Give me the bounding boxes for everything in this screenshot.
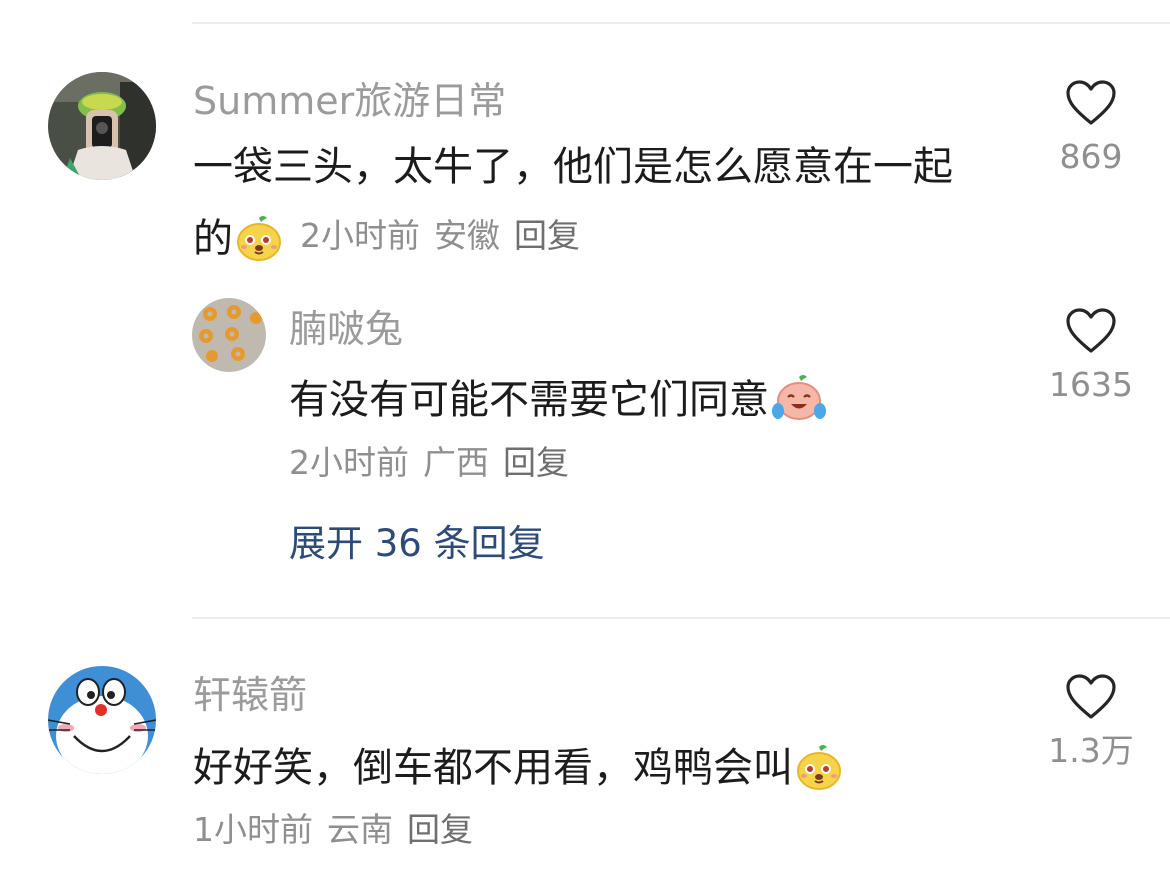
comment-time: 2小时前 <box>300 216 420 255</box>
reply-button[interactable]: 回复 <box>503 443 569 482</box>
smug-face-emoji-icon <box>795 743 843 798</box>
comment-text: 好好笑，倒车都不用看，鸡鸭会叫 <box>193 743 843 798</box>
comment-text-line1: 一袋三头，太牛了，他们是怎么愿意在一起 <box>193 144 953 190</box>
reply-button[interactable]: 回复 <box>514 216 580 255</box>
smug-face-emoji-icon <box>235 214 283 269</box>
like-button[interactable]: 1635 <box>1045 308 1137 401</box>
avatar-summer[interactable] <box>48 72 156 180</box>
avatar-nanbotu[interactable] <box>192 298 266 372</box>
comment-meta: 1小时前 云南 回复 <box>193 813 487 846</box>
avatar-xuanyuanjian[interactable] <box>48 666 156 774</box>
expand-replies-link[interactable]: 展开 36 条回复 <box>289 525 545 562</box>
reply-button[interactable]: 回复 <box>407 810 473 849</box>
reply-time: 2小时前 <box>289 443 409 482</box>
heart-outline-icon <box>1066 308 1116 353</box>
reply-username[interactable]: 腩啵兔 <box>289 310 403 348</box>
comment-meta: 2小时前 安徽 回复 <box>300 219 594 252</box>
crying-laugh-emoji-icon <box>771 373 827 430</box>
like-button[interactable]: 1.3万 <box>1045 674 1137 767</box>
comment-text-tail: 的 <box>193 216 233 262</box>
comment-location: 云南 <box>327 810 393 849</box>
like-count: 1635 <box>1049 365 1133 404</box>
reply-meta: 2小时前 广西 回复 <box>289 446 583 479</box>
comment-username[interactable]: Summer旅游日常 <box>193 82 506 120</box>
comment-username[interactable]: 轩辕箭 <box>193 676 307 714</box>
comment-text-line2: 的 <box>193 214 283 269</box>
comment-time: 1小时前 <box>193 810 313 849</box>
comment-text-body: 好好笑，倒车都不用看，鸡鸭会叫 <box>193 745 793 791</box>
like-count: 1.3万 <box>1048 731 1134 770</box>
reply-text: 有没有可能不需要它们同意 <box>289 373 827 430</box>
heart-outline-icon <box>1066 674 1116 719</box>
top-divider <box>192 22 1170 24</box>
comment-divider <box>192 617 1170 619</box>
like-count: 869 <box>1059 137 1123 176</box>
reply-text-body: 有没有可能不需要它们同意 <box>289 377 769 423</box>
comment-location: 安徽 <box>434 216 500 255</box>
heart-outline-icon <box>1066 80 1116 125</box>
reply-location: 广西 <box>423 443 489 482</box>
like-button[interactable]: 869 <box>1045 80 1137 173</box>
